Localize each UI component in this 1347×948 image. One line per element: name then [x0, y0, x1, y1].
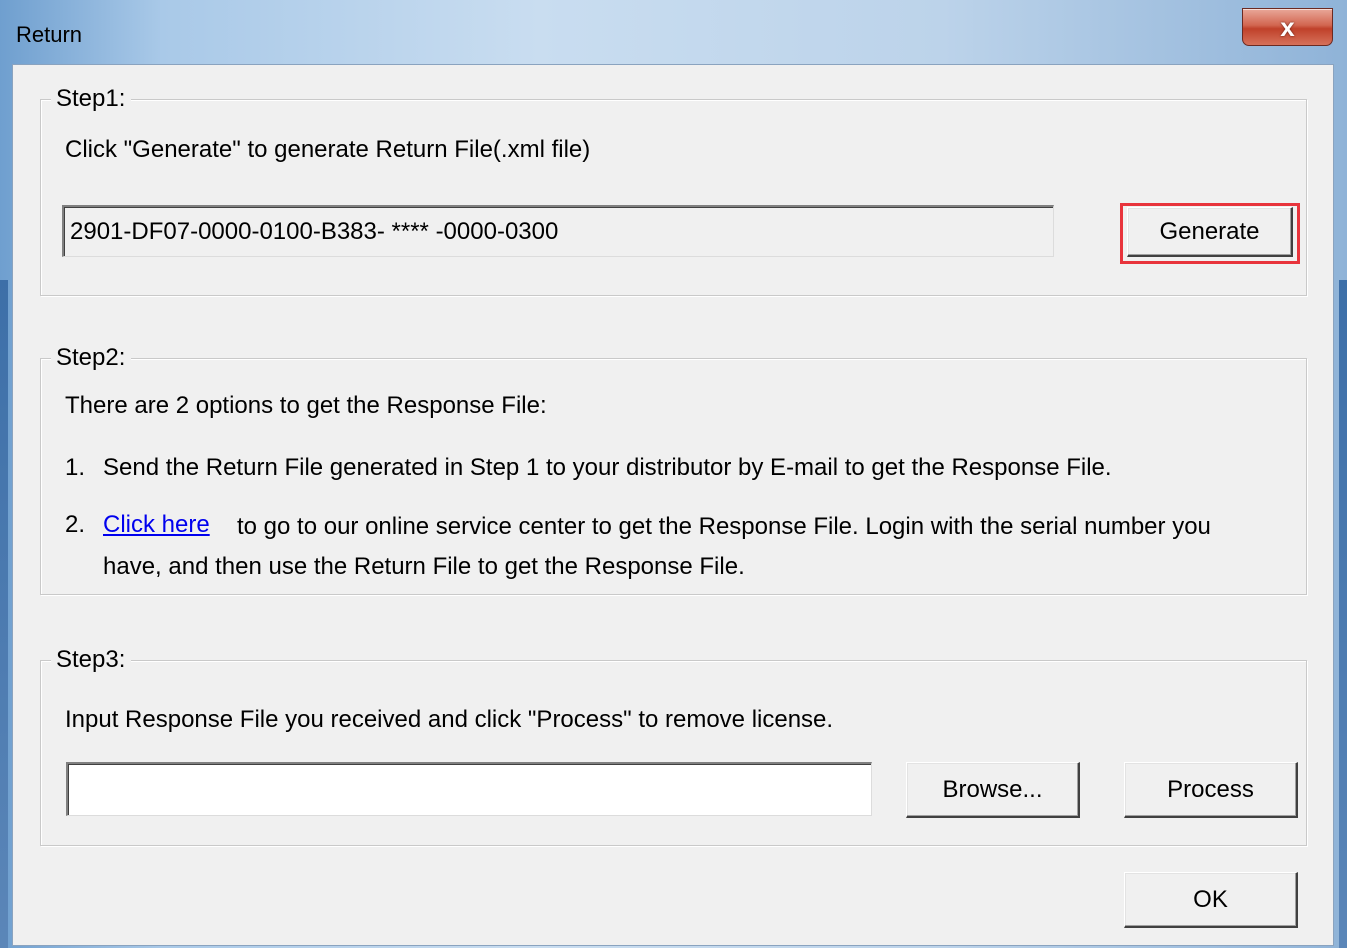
click-here-link[interactable]: Click here — [103, 510, 210, 540]
response-file-input[interactable] — [66, 762, 872, 816]
window-title: Return — [16, 22, 83, 47]
dialog-body: Step1: Click "Generate" to generate Retu… — [12, 64, 1334, 946]
return-dialog-window: Return x Step1: Click "Generate" to gene… — [0, 0, 1347, 948]
step2-intro: There are 2 options to get the Response … — [65, 392, 547, 419]
process-button[interactable]: Process — [1124, 762, 1298, 818]
option1-number: 1. — [65, 454, 86, 481]
step3-group: Step3: — [40, 645, 1307, 846]
close-icon: x — [1280, 12, 1295, 42]
option2-text-line1: to go to our online service center to ge… — [237, 513, 1211, 540]
return-code-field[interactable] — [62, 205, 1054, 257]
step1-group: Step1: — [40, 84, 1307, 296]
step3-legend: Step3: — [51, 645, 132, 675]
step2-legend: Step2: — [51, 343, 132, 373]
generate-button[interactable]: Generate — [1127, 207, 1293, 257]
title-bar[interactable]: Return x — [0, 0, 1347, 64]
step1-legend: Step1: — [51, 84, 132, 114]
option2-text-line2: have, and then use the Return File to ge… — [103, 553, 745, 580]
option2-number: 2. — [65, 511, 86, 538]
option1-text: Send the Return File generated in Step 1… — [103, 454, 1112, 481]
browse-button[interactable]: Browse... — [906, 762, 1080, 818]
close-button[interactable]: x — [1242, 8, 1333, 46]
ok-button[interactable]: OK — [1124, 872, 1298, 928]
step1-instruction: Click "Generate" to generate Return File… — [65, 136, 591, 163]
step3-instruction: Input Response File you received and cli… — [65, 706, 834, 733]
